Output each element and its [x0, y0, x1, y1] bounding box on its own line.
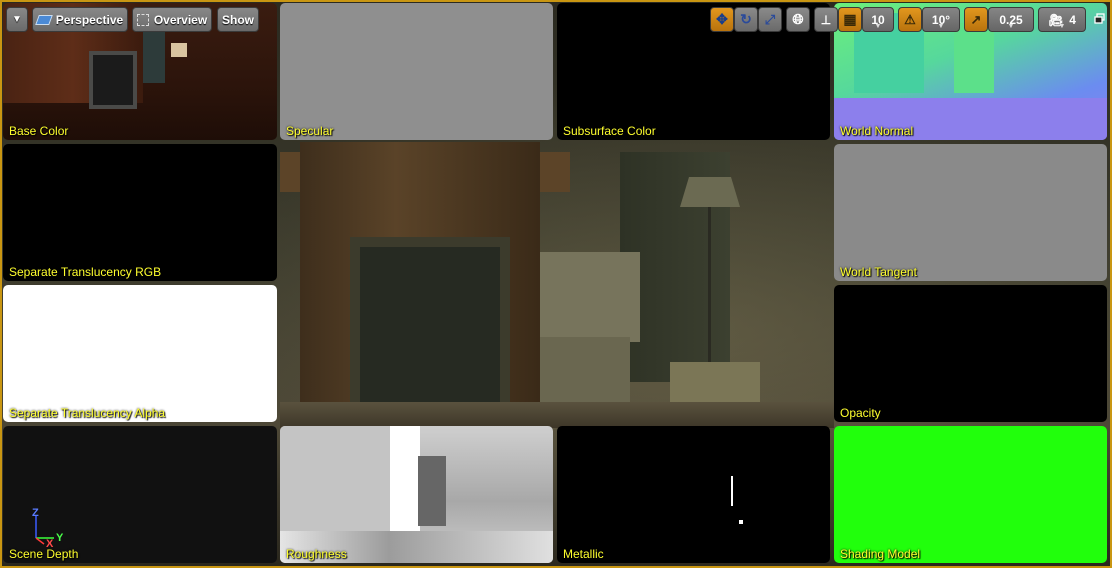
rotation-snap-toggle[interactable]: ⚠︎ — [898, 7, 922, 32]
tile-label: Specular — [286, 124, 334, 138]
chevron-down-icon: ▼ — [874, 23, 882, 30]
grid-icon: ▦ — [843, 11, 857, 27]
scene-lamp-shade — [680, 177, 740, 207]
overview-button[interactable]: Overview — [132, 7, 212, 32]
tile-render — [143, 23, 165, 83]
tile-render — [418, 456, 446, 526]
move-arrows-icon: ✥ — [716, 11, 728, 27]
tile-render — [280, 426, 390, 546]
grid-snap-toggle[interactable]: ▦ — [838, 7, 862, 32]
scene-floor — [280, 402, 834, 428]
scale-snap-toggle[interactable]: ↗ — [964, 7, 988, 32]
level-viewport[interactable]: Base Color Specular Subsurface Color Wor… — [0, 0, 1112, 568]
tile-metallic: Metallic — [557, 426, 830, 563]
tile-label: World Tangent — [840, 265, 917, 279]
overview-label: Overview — [153, 12, 208, 27]
scale-icon: ⤢ — [764, 11, 776, 27]
surface-snap-icon: ⊥ — [820, 12, 832, 27]
angle-icon: ⚠︎ — [904, 11, 916, 27]
axis-y-label: Y — [56, 532, 64, 544]
tile-opacity: Opacity — [834, 285, 1107, 422]
scale-snap-icon: ↗ — [970, 11, 982, 27]
tile-label: Shading Model — [840, 547, 921, 561]
tile-shading-model: Shading Model — [834, 426, 1107, 563]
tile-render — [739, 520, 743, 524]
chevron-down-icon: ▼ — [937, 23, 945, 30]
tile-label: Separate Translucency Alpha — [9, 406, 166, 420]
tile-specular: Specular — [280, 3, 553, 140]
tile-render — [731, 476, 733, 506]
perspective-button[interactable]: Perspective — [32, 7, 128, 32]
viewport-options-button[interactable]: ▼ — [6, 7, 28, 32]
scene-lamp-pole — [708, 207, 711, 367]
show-label: Show — [222, 12, 254, 27]
tile-separate-translucency-alpha: Separate Translucency Alpha — [3, 285, 277, 422]
tile-render — [954, 23, 994, 93]
overview-grid-icon — [136, 13, 149, 26]
chevron-down-icon: ▼ — [1007, 23, 1015, 30]
tile-render — [390, 426, 420, 536]
grid-snap-value[interactable]: 10 ▼ — [862, 7, 894, 32]
tile-label: Metallic — [563, 547, 604, 561]
tile-label: Separate Translucency RGB — [9, 265, 162, 279]
chevron-down-icon: ▼ — [1058, 23, 1066, 30]
rotate-icon: ↻ — [740, 11, 752, 27]
scene-fireplace — [350, 237, 510, 428]
tile-render — [89, 51, 137, 109]
tile-label: Subsurface Color — [563, 124, 656, 138]
axis-z-label: Z — [32, 507, 39, 519]
tile-world-tangent: World Tangent — [834, 144, 1107, 281]
tile-roughness: Roughness — [280, 426, 553, 563]
translate-tool-button[interactable]: ✥ — [710, 7, 734, 32]
coordinate-system-button[interactable]: 🌐︎ — [786, 7, 810, 32]
camera-speed-button[interactable]: 🎥︎ 4 ▼ — [1038, 7, 1086, 32]
axis-gizmo: Z X Y — [16, 508, 76, 554]
rotation-snap-value[interactable]: 10° ▼ — [922, 7, 960, 32]
globe-icon: 🌐︎ — [792, 11, 804, 27]
tile-label: Base Color — [9, 124, 69, 138]
show-button[interactable]: Show — [217, 7, 259, 32]
scale-tool-button[interactable]: ⤢ — [758, 7, 782, 32]
tile-label: Roughness — [286, 547, 347, 561]
tile-separate-translucency-rgb: Separate Translucency RGB — [3, 144, 277, 281]
surface-snap-button[interactable]: ⊥ — [814, 7, 838, 32]
perspective-cube-icon — [34, 14, 53, 25]
scene-box — [540, 252, 640, 342]
scene-render[interactable] — [280, 142, 834, 428]
scene-box — [540, 337, 630, 407]
tile-render — [171, 43, 187, 57]
scale-snap-value[interactable]: 0.25 ▼ — [988, 7, 1034, 32]
restore-viewport-icon[interactable] — [1094, 13, 1105, 24]
axis-x-label: X — [46, 538, 54, 550]
chevron-down-icon: ▼ — [12, 14, 22, 25]
tile-label: Opacity — [840, 406, 881, 420]
perspective-label: Perspective — [55, 12, 124, 27]
tile-label: World Normal — [840, 124, 914, 138]
rotate-tool-button[interactable]: ↻ — [734, 7, 758, 32]
camera-speed-label: 4 — [1069, 12, 1076, 27]
